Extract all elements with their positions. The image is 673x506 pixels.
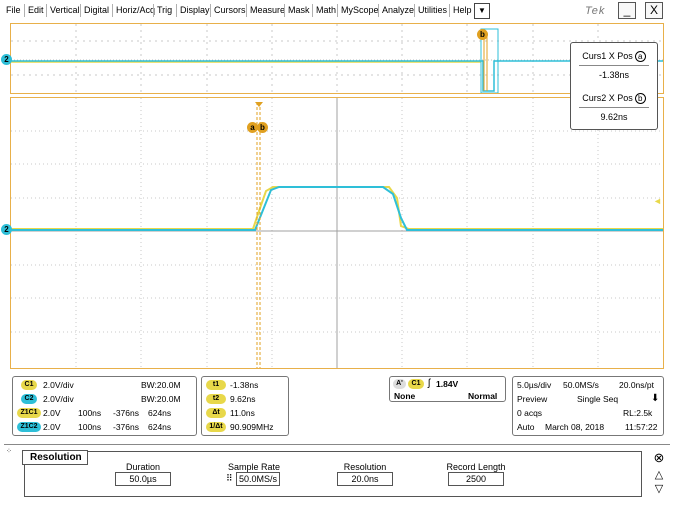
main-waveform	[11, 98, 663, 368]
z1c1-badge[interactable]: Z1C1	[17, 408, 41, 418]
acq-date: March 08, 2018	[545, 422, 605, 432]
scroll-down-icon[interactable]: ▽	[652, 483, 666, 497]
trigger-level: 1.84V	[436, 379, 459, 389]
curs1-label: Curs1 X Pos	[582, 51, 633, 61]
overview-waveform	[11, 24, 663, 93]
ch2-scale: 2.0V/div	[43, 394, 74, 404]
grip-icon[interactable]: ⁘	[6, 447, 12, 455]
delta-t-badge: Δt	[206, 408, 226, 418]
channel-readout-panel[interactable]: C1 2.0V/div BW:20.0M C2 2.0V/div BW:20.0…	[12, 376, 197, 436]
z1c1-points: 624ns	[148, 408, 172, 418]
sample-rate-label: Sample Rate	[227, 462, 281, 472]
curs2-letter: b	[634, 93, 646, 104]
menu-math[interactable]: Math	[316, 5, 336, 15]
delta-t-value: 11.0ns	[230, 408, 255, 418]
trigger-coupling: None	[394, 391, 416, 401]
curs1-value: -1.38ns	[598, 70, 630, 80]
trigger-type: Normal	[468, 391, 498, 401]
timebase: 5.0µs/div	[517, 380, 552, 390]
trigger-mode-badge: A'	[393, 379, 406, 389]
menu-cursors[interactable]: Cursors	[214, 5, 246, 15]
ch1-scale: 2.0V/div	[43, 380, 74, 390]
z1c2-time: 100ns	[78, 422, 102, 432]
ch2-ground-marker[interactable]: 2	[1, 224, 12, 235]
acq-time: 11:57:22	[625, 422, 658, 432]
resolution-tab[interactable]: Resolution	[22, 450, 88, 465]
acq-sequence: Single Seq	[577, 394, 619, 404]
menu-myscope[interactable]: MyScope	[341, 5, 379, 15]
trigger-edge-icon: ʃ	[428, 378, 431, 389]
menu-measure[interactable]: Measure	[250, 5, 285, 15]
record-length-label: Record Length	[446, 462, 506, 472]
trigger-source-badge: C1	[408, 379, 424, 389]
overview-graticule[interactable]: b	[10, 23, 664, 94]
acq-count: 0 acqs	[517, 408, 543, 418]
z1c1-scale: 2.0V	[43, 408, 61, 418]
inv-delta-t-value: 90.909MHz	[230, 422, 274, 432]
t1-value: -1.38ns	[230, 380, 259, 390]
z1c2-badge[interactable]: Z1C2	[17, 422, 41, 432]
trigger-auto-mode: Auto	[517, 422, 535, 432]
z1c1-time: 100ns	[78, 408, 102, 418]
menu-horiz-acq[interactable]: Horiz/Acq	[116, 5, 155, 15]
menu-utilities[interactable]: Utilities	[418, 5, 447, 15]
acquisition-panel[interactable]: 5.0µs/div 50.0MS/s 20.0ns/pt Preview Sin…	[512, 376, 664, 436]
cursor-measurement-panel[interactable]: t1 -1.38ns t2 9.62ns Δt 11.0ns 1/Δt 90.9…	[201, 376, 289, 436]
menu-digital[interactable]: Digital	[84, 5, 109, 15]
menu-display[interactable]: Display	[180, 5, 210, 15]
close-window-button[interactable]: X	[645, 2, 663, 19]
ch1-badge[interactable]: C1	[21, 380, 37, 390]
menu-file[interactable]: File	[6, 5, 21, 15]
t1-badge: t1	[206, 380, 226, 390]
ch2-bandwidth: BW:20.0M	[141, 394, 181, 404]
menu-trig[interactable]: Trig	[157, 5, 172, 15]
acq-mode: Preview	[517, 394, 548, 404]
resolution-label: Resolution	[343, 462, 387, 472]
oscilloscope-app: File Edit Vertical Digital Horiz/Acq Tri…	[0, 0, 673, 506]
t2-value: 9.62ns	[230, 394, 256, 404]
inv-delta-t-badge: 1/Δt	[206, 422, 226, 432]
overview-cursor-marker[interactable]: b	[477, 29, 488, 40]
scroll-up-icon[interactable]: △	[652, 469, 666, 483]
record-length-field[interactable]: 2500	[448, 472, 504, 486]
menu-edit[interactable]: Edit	[28, 5, 44, 15]
duration-field[interactable]: 50.0µs	[115, 472, 171, 486]
menu-analyze[interactable]: Analyze	[382, 5, 414, 15]
overview-ch2-ground-marker[interactable]: 2	[1, 54, 12, 65]
z1c2-position: -376ns	[113, 422, 139, 432]
z1c2-scale: 2.0V	[43, 422, 61, 432]
curs1-letter: a	[634, 51, 646, 62]
sample-rate: 50.0MS/s	[563, 380, 599, 390]
ch1-bandwidth: BW:20.0M	[141, 380, 181, 390]
time-resolution: 20.0ns/pt	[619, 380, 654, 390]
cursor-b-marker[interactable]: b	[257, 122, 268, 133]
curs2-label: Curs2 X Pos	[582, 93, 633, 103]
resolution-field[interactable]: 20.0ns	[337, 472, 393, 486]
close-panel-icon[interactable]: ⊗	[652, 451, 666, 465]
menu-mask[interactable]: Mask	[288, 5, 310, 15]
keypad-icon[interactable]: ⠿	[226, 473, 233, 484]
record-length-readout: RL:2.5k	[623, 408, 653, 418]
z1c2-points: 624ns	[148, 422, 172, 432]
run-stop-arrow-icon[interactable]: ⬇	[651, 393, 659, 404]
menu-vertical[interactable]: Vertical	[50, 5, 80, 15]
brand-logo: Tek	[585, 5, 606, 17]
minimize-button[interactable]: _	[618, 2, 636, 19]
menu-dropdown-button[interactable]: ▼	[474, 3, 490, 19]
menu-help[interactable]: Help	[453, 5, 472, 15]
menu-bar: File Edit Vertical Digital Horiz/Acq Tri…	[0, 0, 673, 22]
main-graticule[interactable]: a b ◄	[10, 97, 664, 369]
sample-rate-field[interactable]: 50.0MS/s	[236, 472, 280, 486]
t2-badge: t2	[206, 394, 226, 404]
ch2-badge[interactable]: C2	[21, 394, 37, 404]
curs2-value: 9.62ns	[600, 112, 628, 122]
trigger-level-marker[interactable]: ◄	[653, 196, 662, 206]
trigger-panel[interactable]: A' C1 ʃ 1.84V None Normal	[389, 376, 506, 402]
z1c1-position: -376ns	[113, 408, 139, 418]
cursor-readout-box[interactable]: Curs1 X Pos a -1.38ns Curs2 X Pos b 9.62ns	[570, 42, 658, 130]
duration-label: Duration	[125, 462, 161, 472]
